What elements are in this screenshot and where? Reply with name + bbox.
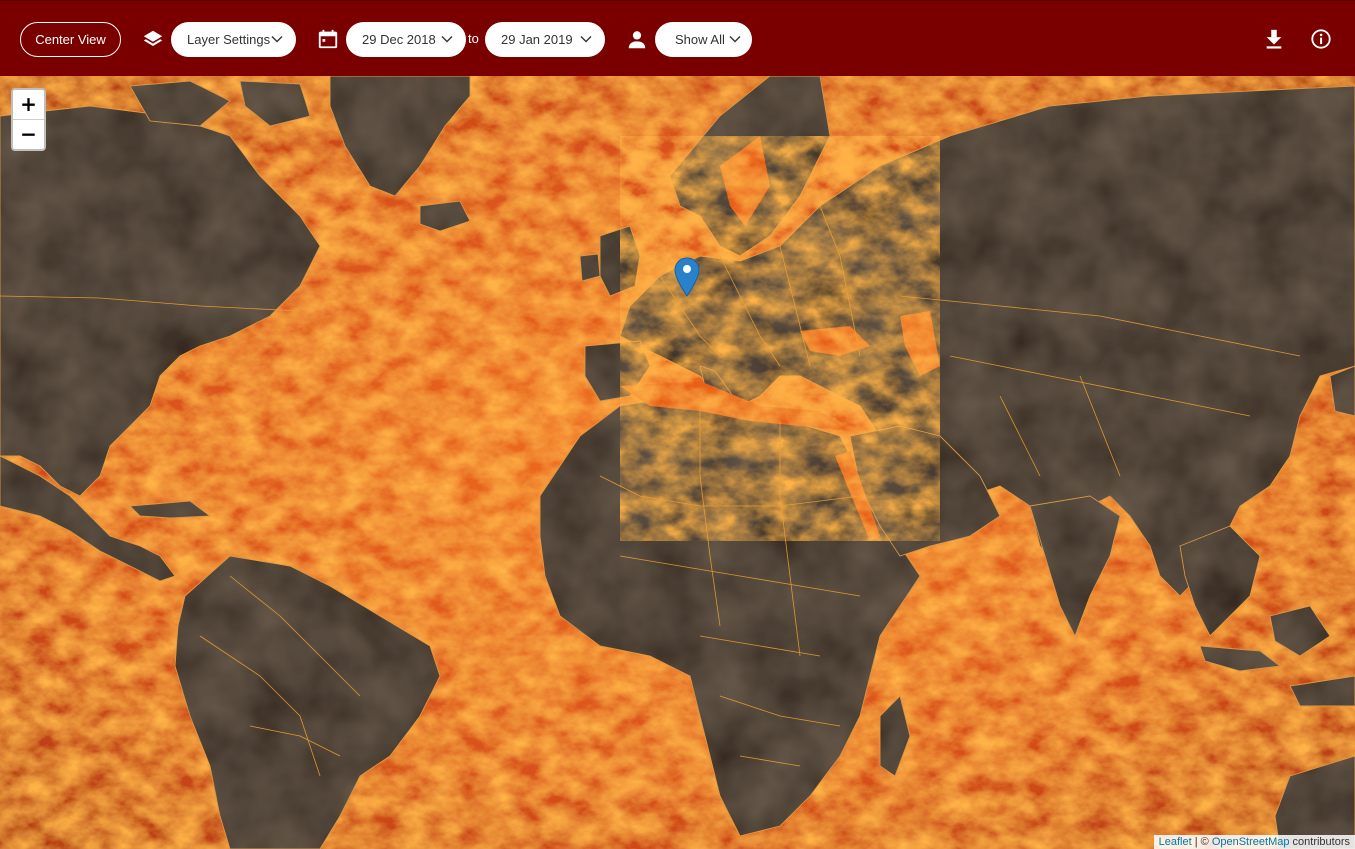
center-view-label: Center View: [35, 32, 106, 47]
map-canvas[interactable]: + − Leaflet | © OpenStreetMap contributo…: [0, 76, 1355, 849]
date-from-value: 29 Dec 2018: [362, 32, 436, 47]
map-attribution: Leaflet | © OpenStreetMap contributors: [1153, 835, 1355, 849]
date-from-dropdown[interactable]: 29 Dec 2018: [346, 22, 466, 57]
chevron-down-icon: [729, 36, 741, 43]
zoom-control: + −: [11, 88, 46, 151]
date-range-separator: to: [468, 31, 479, 46]
layers-icon: [143, 30, 163, 46]
info-icon[interactable]: [1310, 28, 1332, 50]
toolbar: Center View Layer Settings 29 Dec 2018 t…: [0, 0, 1355, 76]
leaflet-link[interactable]: Leaflet: [1159, 836, 1192, 848]
heat-map-layer: [0, 76, 1355, 849]
chevron-down-icon: [271, 36, 283, 43]
chevron-down-icon: [580, 36, 592, 43]
layer-settings-dropdown[interactable]: Layer Settings: [171, 22, 296, 57]
layer-settings-label: Layer Settings: [187, 32, 271, 47]
center-view-button[interactable]: Center View: [20, 22, 121, 57]
user-filter-dropdown[interactable]: Show All: [655, 22, 752, 57]
calendar-icon: [318, 29, 338, 49]
date-to-value: 29 Jan 2019: [501, 32, 573, 47]
user-filter-label: Show All: [675, 32, 725, 47]
attribution-suffix: contributors: [1289, 836, 1350, 848]
attribution-separator: | ©: [1191, 836, 1212, 848]
zoom-in-button[interactable]: +: [13, 90, 44, 120]
download-icon[interactable]: [1263, 28, 1285, 50]
person-icon: [628, 31, 646, 49]
date-to-dropdown[interactable]: 29 Jan 2019: [485, 22, 605, 57]
zoom-out-button[interactable]: −: [13, 120, 44, 149]
map-marker-icon[interactable]: [674, 257, 700, 297]
chevron-down-icon: [441, 36, 453, 43]
openstreetmap-link[interactable]: OpenStreetMap: [1212, 836, 1290, 848]
